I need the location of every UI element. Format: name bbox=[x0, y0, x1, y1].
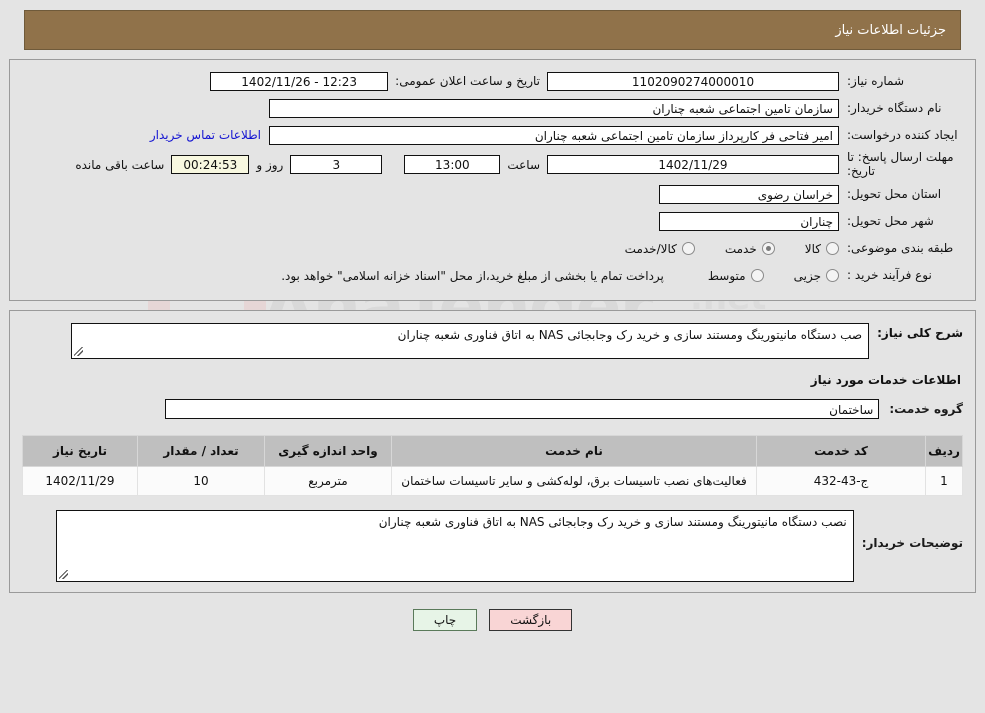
col-date: تاریخ نیاز bbox=[22, 434, 138, 467]
cell-date: 1402/11/29 bbox=[22, 465, 138, 497]
province-label: استان محل تحویل: bbox=[847, 187, 942, 202]
services-table-body: 1 ج-43-432 فعالیت‌های نصب تاسیسات برق، ل… bbox=[22, 465, 963, 497]
need-info-panel: شماره نیاز: 1102090274000010 تاریخ و ساع… bbox=[9, 59, 976, 301]
process-option-medium[interactable]: متوسط bbox=[708, 269, 764, 283]
page-title-bar: جزئیات اطلاعات نیاز bbox=[24, 10, 961, 50]
radio-icon[interactable] bbox=[826, 242, 839, 256]
announcement-label: تاریخ و ساعت اعلان عمومی: bbox=[395, 74, 540, 88]
row-need-number: شماره نیاز: 1102090274000010 تاریخ و ساع… bbox=[20, 70, 965, 92]
category-option-service[interactable]: خدمت bbox=[725, 242, 775, 256]
process-option-minor-label: جزیی bbox=[793, 268, 821, 283]
summary-label: شرح کلی نیاز: bbox=[877, 325, 963, 340]
remaining-days-field: 3 bbox=[290, 155, 383, 175]
print-button[interactable]: چاپ bbox=[412, 609, 478, 632]
category-option-goods-service-label: کالا/خدمت bbox=[624, 241, 677, 256]
table-header-row: ردیف کد خدمت نام خدمت واحد اندازه گیری ت… bbox=[22, 434, 963, 467]
hour-label: ساعت bbox=[507, 157, 540, 172]
buyer-notes-textarea[interactable]: نصب دستگاه مانیتورینگ ومستند سازی و خرید… bbox=[55, 510, 854, 583]
days-unit-label: روز و bbox=[256, 157, 284, 172]
deadline-date-field[interactable]: 1402/11/29 bbox=[547, 155, 839, 175]
col-radif: ردیف bbox=[925, 434, 963, 467]
category-option-goods-service[interactable]: کالا/خدمت bbox=[625, 242, 695, 256]
radio-icon[interactable] bbox=[681, 242, 695, 256]
category-option-service-label: خدمت bbox=[724, 241, 757, 256]
col-unit: واحد اندازه گیری bbox=[264, 434, 392, 467]
row-buyer-notes: توضیحات خریدار: نصب دستگاه مانیتورینگ وم… bbox=[22, 510, 963, 583]
col-code: کد خدمت bbox=[756, 434, 926, 467]
province-field[interactable]: خراسان رضوی bbox=[659, 185, 839, 205]
col-name: نام خدمت bbox=[391, 434, 757, 467]
row-request-creator: ایجاد کننده درخواست: امیر فتاحی فر کارپر… bbox=[20, 124, 965, 146]
radio-icon-selected[interactable] bbox=[761, 242, 775, 256]
need-details-panel: شرح کلی نیاز: صب دستگاه مانیتورینگ ومستن… bbox=[9, 309, 976, 594]
category-option-goods-label: کالا bbox=[804, 241, 821, 256]
buyer-org-field[interactable]: سازمان تامین اجتماعی شعبه چناران bbox=[269, 98, 839, 118]
cell-qty: 10 bbox=[137, 465, 265, 497]
cell-unit: مترمربع bbox=[264, 465, 392, 497]
countdown-timer: 00:24:53 bbox=[171, 155, 250, 175]
buyer-notes-label: توضیحات خریدار: bbox=[861, 536, 963, 551]
row-delivery-province: استان محل تحویل: خراسان رضوی bbox=[20, 184, 965, 206]
cell-name: فعالیت‌های نصب تاسیسات برق، لوله‌کشی و س… bbox=[391, 465, 757, 497]
deadline-label: مهلت ارسال پاسخ: تا تاریخ: bbox=[847, 150, 954, 178]
col-qty: تعداد / مقدار bbox=[137, 434, 265, 467]
process-radio-group: جزیی متوسط bbox=[682, 269, 839, 283]
buyer-org-label: نام دستگاه خریدار: bbox=[847, 100, 942, 115]
radio-icon[interactable] bbox=[750, 269, 764, 283]
deadline-time-field[interactable]: 13:00 bbox=[404, 155, 501, 175]
back-button[interactable]: بازگشت bbox=[489, 609, 573, 632]
cell-code: ج-43-432 bbox=[756, 465, 926, 497]
page-title: جزئیات اطلاعات نیاز bbox=[835, 22, 946, 38]
table-row: 1 ج-43-432 فعالیت‌های نصب تاسیسات برق، ل… bbox=[22, 465, 963, 497]
city-label: شهر محل تحویل: bbox=[847, 214, 934, 229]
category-option-goods[interactable]: کالا bbox=[805, 242, 839, 256]
city-field[interactable]: چناران bbox=[659, 212, 839, 232]
row-buyer-org: نام دستگاه خریدار: سازمان تامین اجتماعی … bbox=[20, 97, 965, 119]
service-group-label: گروه خدمت: bbox=[889, 401, 963, 416]
row-response-deadline: مهلت ارسال پاسخ: تا تاریخ: 1402/11/29 سا… bbox=[20, 150, 965, 179]
summary-textarea[interactable]: صب دستگاه مانیتورینگ ومستند سازی و خرید … bbox=[71, 322, 870, 359]
countdown-label: ساعت باقی مانده bbox=[75, 157, 165, 172]
services-table: ردیف کد خدمت نام خدمت واحد اندازه گیری ت… bbox=[22, 434, 963, 497]
services-table-head: ردیف کد خدمت نام خدمت واحد اندازه گیری ت… bbox=[22, 434, 963, 467]
announcement-datetime-field[interactable]: 12:23 - 1402/11/26 bbox=[210, 71, 389, 91]
process-note: پرداخت تمام یا بخشی از مبلغ خرید،از محل … bbox=[281, 268, 664, 283]
row-subject-category: طبقه بندی موضوعی: کالا خدمت کالا/خدمت bbox=[20, 238, 965, 260]
service-group-field[interactable]: ساختمان bbox=[165, 398, 880, 419]
buyer-contact-link[interactable]: اطلاعات تماس خریدار bbox=[142, 128, 269, 142]
category-radio-group: کالا خدمت کالا/خدمت bbox=[599, 242, 839, 256]
row-delivery-city: شهر محل تحویل: چناران bbox=[20, 211, 965, 233]
process-option-medium-label: متوسط bbox=[707, 268, 746, 283]
cell-radif: 1 bbox=[925, 465, 963, 497]
need-number-label: شماره نیاز: bbox=[847, 73, 904, 88]
radio-icon[interactable] bbox=[826, 269, 839, 283]
process-option-minor[interactable]: جزیی bbox=[794, 269, 839, 283]
request-creator-field[interactable]: امیر فتاحی فر کارپرداز سازمان تامین اجتم… bbox=[269, 125, 839, 145]
need-number-field[interactable]: 1102090274000010 bbox=[547, 71, 839, 91]
process-label: نوع فرآیند خرید : bbox=[847, 268, 932, 283]
footer-actions: بازگشت چاپ bbox=[0, 609, 985, 632]
request-creator-label: ایجاد کننده درخواست: bbox=[847, 127, 958, 142]
row-purchase-process: نوع فرآیند خرید : جزیی متوسط پرداخت تمام… bbox=[20, 265, 965, 287]
page-root: جزئیات اطلاعات نیاز شماره نیاز: 11020902… bbox=[0, 10, 985, 632]
category-label: طبقه بندی موضوعی: bbox=[847, 241, 954, 256]
row-general-description: شرح کلی نیاز: صب دستگاه مانیتورینگ ومستن… bbox=[22, 322, 963, 359]
services-section-heading: اطلاعات خدمات مورد نیاز bbox=[810, 372, 961, 387]
row-service-group: گروه خدمت: ساختمان bbox=[22, 398, 963, 419]
